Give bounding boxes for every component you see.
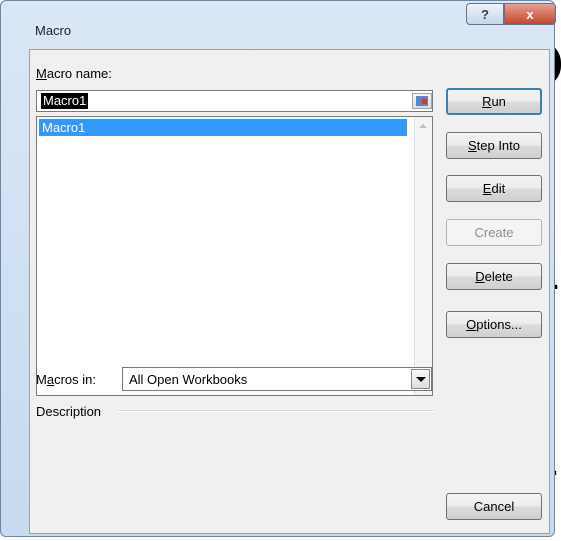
close-button[interactable]: x xyxy=(504,3,556,25)
description-label: Description xyxy=(36,404,102,419)
run-button[interactable]: Run xyxy=(446,88,542,115)
edit-button[interactable]: Edit xyxy=(446,175,542,202)
macro-name-input[interactable]: Macro1 xyxy=(36,90,433,112)
step-into-button[interactable]: Step Into xyxy=(446,132,542,159)
delete-button[interactable]: Delete xyxy=(446,263,542,290)
macros-in-label: Macros in: xyxy=(36,372,96,387)
macro-list[interactable]: Macro1 xyxy=(36,116,433,396)
window-title: Macro xyxy=(35,23,72,38)
help-button[interactable]: ? xyxy=(466,3,504,25)
macro-name-value: Macro1 xyxy=(41,93,89,109)
scroll-up-icon[interactable] xyxy=(419,124,427,128)
help-icon: ? xyxy=(481,6,489,22)
collapse-dialog-button[interactable] xyxy=(412,93,432,109)
close-icon: x xyxy=(526,6,534,22)
list-item[interactable]: Macro1 xyxy=(39,119,407,136)
cancel-button[interactable]: Cancel xyxy=(446,493,542,520)
title-bar[interactable]: Macro ? x xyxy=(1,1,556,38)
dropdown-button[interactable] xyxy=(411,369,430,389)
options-button[interactable]: Options... xyxy=(446,311,542,338)
description-divider xyxy=(118,410,434,412)
dialog-client-area: Macro name: Macro1 Macro1 Macros in: All… xyxy=(29,49,550,534)
macro-dialog: Macro ? x Macro name: Macro1 Macro1 Macr… xyxy=(0,0,556,537)
macro-name-label: Macro name: xyxy=(36,66,112,81)
list-scrollbar[interactable] xyxy=(414,117,432,395)
chevron-down-icon xyxy=(416,377,426,382)
macros-in-dropdown[interactable]: All Open Workbooks xyxy=(122,367,432,391)
macros-in-value: All Open Workbooks xyxy=(129,372,248,387)
create-button: Create xyxy=(446,219,542,246)
